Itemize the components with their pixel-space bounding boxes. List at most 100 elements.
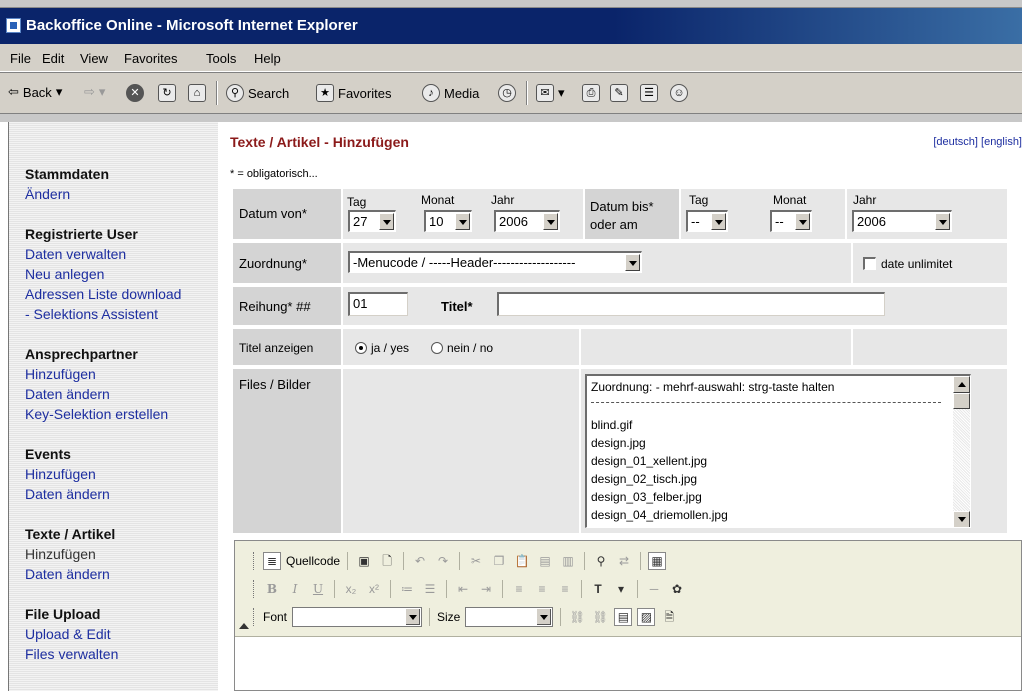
special-object-icon[interactable]: ✿: [668, 580, 686, 598]
indent-icon[interactable]: ⇥: [477, 580, 495, 598]
scroll-down-icon[interactable]: [953, 511, 970, 527]
sidebar-link-stammdaten-aendern[interactable]: Ändern: [25, 186, 70, 202]
bis-tag-select[interactable]: --: [686, 210, 728, 232]
discuss-button[interactable]: ☰: [640, 84, 658, 102]
files-listbox[interactable]: Zuordnung: - mehrf-auswahl: strg-taste h…: [585, 374, 971, 528]
sidebar-link-events-aendern[interactable]: Daten ändern: [25, 486, 110, 502]
redo-icon[interactable]: ↷: [434, 552, 452, 570]
unordered-list-icon[interactable]: ☰: [421, 580, 439, 598]
toolbar-collapse-icon[interactable]: [239, 623, 249, 631]
size-select[interactable]: [465, 607, 554, 627]
list-item[interactable]: design_04_driemollen.jpg: [591, 508, 728, 522]
unlink-icon[interactable]: ⛓: [591, 608, 609, 626]
preview-icon[interactable]: 🗋: [378, 552, 396, 570]
lang-english-link[interactable]: [english]: [981, 136, 1022, 148]
menu-help[interactable]: Help: [254, 51, 281, 66]
sidebar-link-texte-hinzufuegen[interactable]: Hinzufügen: [25, 546, 96, 562]
paste-icon[interactable]: 📋: [513, 552, 531, 570]
sidebar-link-key-selektion[interactable]: Key-Selektion erstellen: [25, 406, 168, 422]
jahr-select[interactable]: 2006: [494, 210, 560, 232]
outdent-icon[interactable]: ⇤: [454, 580, 472, 598]
messenger-button[interactable]: ☺: [670, 84, 688, 102]
ordered-list-icon[interactable]: ≔: [398, 580, 416, 598]
sidebar-link-adressen-liste[interactable]: Adressen Liste download: [25, 286, 181, 302]
underline-icon[interactable]: U: [309, 580, 327, 598]
reihung-input[interactable]: 01: [348, 292, 408, 316]
titel-input[interactable]: [497, 292, 885, 316]
sidebar-link-events-hinzufuegen[interactable]: Hinzufügen: [25, 466, 96, 482]
chevron-down-icon[interactable]: ▾: [612, 580, 630, 598]
menu-tools[interactable]: Tools: [206, 51, 236, 66]
select-all-icon[interactable]: ▦: [648, 552, 667, 570]
monat-select[interactable]: 10: [424, 210, 472, 232]
sidebar-link-texte-aendern[interactable]: Daten ändern: [25, 566, 110, 582]
menu-favorites[interactable]: Favorites: [124, 51, 177, 66]
text-color-icon[interactable]: T: [589, 580, 607, 598]
tag-select[interactable]: 27: [348, 210, 396, 232]
window-titlebar[interactable]: Backoffice Online - Microsoft Internet E…: [0, 8, 1022, 44]
sidebar-link-files-verwalten[interactable]: Files verwalten: [25, 646, 118, 662]
history-button[interactable]: ◷: [498, 84, 516, 102]
table-icon[interactable]: ▤: [614, 608, 633, 626]
bis-monat-select[interactable]: --: [770, 210, 812, 232]
monat-label: Monat: [421, 193, 455, 207]
listbox-scrollbar[interactable]: [953, 376, 970, 527]
paste-text-icon[interactable]: ▤: [536, 552, 554, 570]
copy-icon[interactable]: ❐: [490, 552, 508, 570]
link-icon[interactable]: ⛓: [568, 608, 586, 626]
radio-no[interactable]: [431, 342, 443, 354]
scroll-up-icon[interactable]: [953, 376, 970, 393]
bis-jahr-select[interactable]: 2006: [852, 210, 952, 232]
align-left-icon[interactable]: ≡: [510, 580, 528, 598]
back-button[interactable]: ⇦ Back ▾: [8, 84, 62, 100]
subscript-icon[interactable]: x₂: [342, 580, 360, 598]
sidebar-link-ansprechpartner-hinzufuegen[interactable]: Hinzufügen: [25, 366, 96, 382]
source-icon[interactable]: ≣: [263, 552, 281, 570]
document-icon[interactable]: 🗎: [660, 608, 678, 626]
mail-button[interactable]: ✉ ▾: [536, 84, 565, 102]
zuordnung-select[interactable]: -Menucode / -----Header-----------------…: [348, 251, 642, 273]
font-select[interactable]: [292, 607, 423, 627]
lang-deutsch-link[interactable]: [deutsch]: [933, 136, 978, 148]
menu-file[interactable]: File: [10, 51, 31, 66]
bold-icon[interactable]: B: [263, 580, 281, 598]
search-button[interactable]: ⚲ Search: [226, 84, 289, 102]
replace-icon[interactable]: ⇄: [615, 552, 633, 570]
radio-yes[interactable]: [355, 342, 367, 354]
forward-button[interactable]: ⇨ ▾: [84, 84, 105, 100]
align-right-icon[interactable]: ≡: [556, 580, 574, 598]
sidebar-link-upload-edit[interactable]: Upload & Edit: [25, 626, 111, 642]
image-icon[interactable]: ▨: [637, 608, 656, 626]
list-item[interactable]: design.jpg: [591, 436, 646, 450]
list-item[interactable]: design_02_tisch.jpg: [591, 472, 697, 486]
stop-button[interactable]: ✕: [126, 84, 144, 102]
sidebar-link-neu-anlegen[interactable]: Neu anlegen: [25, 266, 104, 282]
media-button[interactable]: ♪ Media: [422, 84, 479, 102]
list-item[interactable]: design_01_xellent.jpg: [591, 454, 707, 468]
superscript-icon[interactable]: x²: [365, 580, 383, 598]
print-button[interactable]: ⎙: [582, 84, 600, 102]
favorites-button[interactable]: ★ Favorites: [316, 84, 391, 102]
menu-view[interactable]: View: [80, 51, 108, 66]
find-icon[interactable]: ⚲: [592, 552, 610, 570]
source-label[interactable]: Quellcode: [286, 554, 340, 568]
cut-icon[interactable]: ✂: [467, 552, 485, 570]
sidebar-link-ansprechpartner-aendern[interactable]: Daten ändern: [25, 386, 110, 402]
align-center-icon[interactable]: ≡: [533, 580, 551, 598]
home-button[interactable]: ⌂: [188, 84, 206, 102]
refresh-button[interactable]: ↻: [158, 84, 176, 102]
save-icon[interactable]: ▣: [355, 552, 373, 570]
list-item[interactable]: design_03_felber.jpg: [591, 490, 702, 504]
scroll-thumb[interactable]: [953, 393, 970, 409]
date-unlimited-checkbox[interactable]: [863, 257, 876, 270]
list-item[interactable]: Zuordnung: - mehrf-auswahl: strg-taste h…: [591, 380, 834, 394]
italic-icon[interactable]: I: [286, 580, 304, 598]
sidebar-link-selektions-assistent[interactable]: - Selektions Assistent: [25, 306, 158, 322]
horizontal-rule-icon[interactable]: ─: [645, 580, 663, 598]
undo-icon[interactable]: ↶: [411, 552, 429, 570]
list-item[interactable]: blind.gif: [591, 418, 632, 432]
paste-word-icon[interactable]: ▥: [559, 552, 577, 570]
sidebar-link-daten-verwalten[interactable]: Daten verwalten: [25, 246, 126, 262]
menu-edit[interactable]: Edit: [42, 51, 64, 66]
edit-button[interactable]: ✎: [610, 84, 628, 102]
